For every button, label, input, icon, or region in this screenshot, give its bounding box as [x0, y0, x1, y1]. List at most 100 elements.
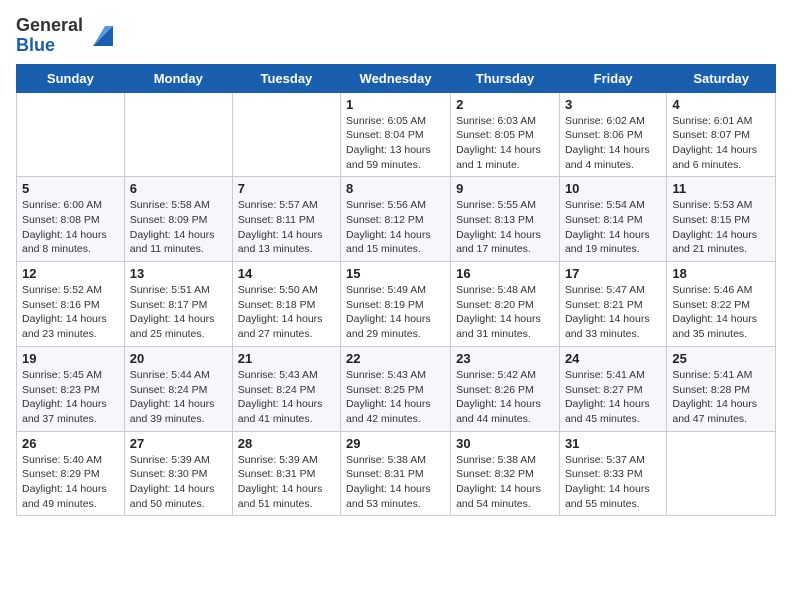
calendar-cell: 20Sunrise: 5:44 AMSunset: 8:24 PMDayligh…: [124, 346, 232, 431]
day-number: 12: [22, 266, 119, 281]
day-number: 11: [672, 181, 770, 196]
page-header: General Blue: [16, 16, 776, 56]
day-number: 28: [238, 436, 335, 451]
day-number: 21: [238, 351, 335, 366]
day-info: Sunrise: 6:05 AMSunset: 8:04 PMDaylight:…: [346, 114, 445, 173]
calendar-table: SundayMondayTuesdayWednesdayThursdayFrid…: [16, 64, 776, 517]
calendar-cell: 22 Sunrise: 5:43 AMSunset: 8:25 PMDayligh…: [341, 346, 451, 431]
calendar-header: SundayMondayTuesdayWednesdayThursdayFrid…: [17, 64, 776, 92]
day-number: 8: [346, 181, 445, 196]
weekday-row: SundayMondayTuesdayWednesdayThursdayFrid…: [17, 64, 776, 92]
day-info: Sunrise: 5:53 AMSunset: 8:15 PMDaylight:…: [672, 198, 770, 257]
calendar-cell: 17 Sunrise: 5:47 AMSunset: 8:21 PMDayligh…: [559, 262, 666, 347]
weekday-header-monday: Monday: [124, 64, 232, 92]
calendar-cell: 21 Sunrise: 5:43 AMSunset: 8:24 PMDayligh…: [232, 346, 340, 431]
day-number: 5: [22, 181, 119, 196]
day-number: 16: [456, 266, 554, 281]
day-number: 7: [238, 181, 335, 196]
calendar-cell: 16 Sunrise: 5:48 AMSunset: 8:20 PMDayligh…: [451, 262, 560, 347]
day-number: 14: [238, 266, 335, 281]
day-info: Sunrise: 5:40 AMSunset: 8:29 PMDaylight:…: [22, 453, 119, 512]
day-info: Sunrise: 5:58 AMSunset: 8:09 PMDaylight:…: [130, 198, 227, 257]
calendar-cell: 24Sunrise: 5:41 AMSunset: 8:27 PMDayligh…: [559, 346, 666, 431]
calendar-body: 1Sunrise: 6:05 AMSunset: 8:04 PMDaylight…: [17, 92, 776, 516]
day-info: Sunrise: 5:54 AMSunset: 8:14 PMDaylight:…: [565, 198, 661, 257]
day-number: 26: [22, 436, 119, 451]
calendar-cell: 26 Sunrise: 5:40 AMSunset: 8:29 PMDayligh…: [17, 431, 125, 516]
day-number: 6: [130, 181, 227, 196]
calendar-cell: [124, 92, 232, 177]
calendar-cell: 6 Sunrise: 5:58 AMSunset: 8:09 PMDaylight…: [124, 177, 232, 262]
calendar-cell: 18 Sunrise: 5:46 AMSunset: 8:22 PMDayligh…: [667, 262, 776, 347]
day-info: Sunrise: 5:52 AMSunset: 8:16 PMDaylight:…: [22, 283, 119, 342]
day-info: Sunrise: 5:38 AMSunset: 8:32 PMDaylight:…: [456, 453, 554, 512]
calendar-cell: 10Sunrise: 5:54 AMSunset: 8:14 PMDayligh…: [559, 177, 666, 262]
day-info: Sunrise: 6:02 AMSunset: 8:06 PMDaylight:…: [565, 114, 661, 173]
day-number: 29: [346, 436, 445, 451]
calendar-cell: 4 Sunrise: 6:01 AMSunset: 8:07 PMDaylight…: [667, 92, 776, 177]
day-info: Sunrise: 5:57 AMSunset: 8:11 PMDaylight:…: [238, 198, 335, 257]
day-number: 20: [130, 351, 227, 366]
day-number: 25: [672, 351, 770, 366]
day-info: Sunrise: 5:46 AMSunset: 8:22 PMDaylight:…: [672, 283, 770, 342]
calendar-cell: 8Sunrise: 5:56 AMSunset: 8:12 PMDaylight…: [341, 177, 451, 262]
day-number: 9: [456, 181, 554, 196]
week-row-2: 5 Sunrise: 6:00 AMSunset: 8:08 PMDaylight…: [17, 177, 776, 262]
calendar-cell: 5 Sunrise: 6:00 AMSunset: 8:08 PMDaylight…: [17, 177, 125, 262]
calendar-cell: 23 Sunrise: 5:42 AMSunset: 8:26 PMDayligh…: [451, 346, 560, 431]
day-number: 15: [346, 266, 445, 281]
weekday-header-saturday: Saturday: [667, 64, 776, 92]
day-number: 13: [130, 266, 227, 281]
logo: General Blue: [16, 16, 113, 56]
calendar-cell: [232, 92, 340, 177]
logo-icon: [85, 22, 113, 50]
day-number: 2: [456, 97, 554, 112]
day-number: 3: [565, 97, 661, 112]
weekday-header-tuesday: Tuesday: [232, 64, 340, 92]
week-row-1: 1Sunrise: 6:05 AMSunset: 8:04 PMDaylight…: [17, 92, 776, 177]
calendar-cell: 29 Sunrise: 5:38 AMSunset: 8:31 PMDayligh…: [341, 431, 451, 516]
calendar-cell: 30 Sunrise: 5:38 AMSunset: 8:32 PMDayligh…: [451, 431, 560, 516]
day-info: Sunrise: 5:42 AMSunset: 8:26 PMDaylight:…: [456, 368, 554, 427]
day-number: 18: [672, 266, 770, 281]
calendar-cell: [667, 431, 776, 516]
day-number: 23: [456, 351, 554, 366]
day-info: Sunrise: 5:55 AMSunset: 8:13 PMDaylight:…: [456, 198, 554, 257]
weekday-header-friday: Friday: [559, 64, 666, 92]
calendar-cell: 27 Sunrise: 5:39 AMSunset: 8:30 PMDayligh…: [124, 431, 232, 516]
day-info: Sunrise: 6:00 AMSunset: 8:08 PMDaylight:…: [22, 198, 119, 257]
calendar-cell: 28Sunrise: 5:39 AMSunset: 8:31 PMDayligh…: [232, 431, 340, 516]
day-info: Sunrise: 5:43 AMSunset: 8:24 PMDaylight:…: [238, 368, 335, 427]
day-info: Sunrise: 5:43 AMSunset: 8:25 PMDaylight:…: [346, 368, 445, 427]
weekday-header-thursday: Thursday: [451, 64, 560, 92]
calendar-cell: 1Sunrise: 6:05 AMSunset: 8:04 PMDaylight…: [341, 92, 451, 177]
day-info: Sunrise: 6:01 AMSunset: 8:07 PMDaylight:…: [672, 114, 770, 173]
logo-blue: Blue: [16, 35, 55, 55]
day-number: 17: [565, 266, 661, 281]
day-info: Sunrise: 5:50 AMSunset: 8:18 PMDaylight:…: [238, 283, 335, 342]
day-info: Sunrise: 5:37 AMSunset: 8:33 PMDaylight:…: [565, 453, 661, 512]
calendar-cell: 9 Sunrise: 5:55 AMSunset: 8:13 PMDaylight…: [451, 177, 560, 262]
day-info: Sunrise: 5:49 AMSunset: 8:19 PMDaylight:…: [346, 283, 445, 342]
calendar-cell: [17, 92, 125, 177]
calendar-cell: 25Sunrise: 5:41 AMSunset: 8:28 PMDayligh…: [667, 346, 776, 431]
week-row-4: 19Sunrise: 5:45 AMSunset: 8:23 PMDayligh…: [17, 346, 776, 431]
day-number: 4: [672, 97, 770, 112]
weekday-header-wednesday: Wednesday: [341, 64, 451, 92]
day-info: Sunrise: 5:38 AMSunset: 8:31 PMDaylight:…: [346, 453, 445, 512]
day-info: Sunrise: 5:41 AMSunset: 8:27 PMDaylight:…: [565, 368, 661, 427]
day-info: Sunrise: 5:47 AMSunset: 8:21 PMDaylight:…: [565, 283, 661, 342]
calendar-cell: 7 Sunrise: 5:57 AMSunset: 8:11 PMDaylight…: [232, 177, 340, 262]
day-info: Sunrise: 5:45 AMSunset: 8:23 PMDaylight:…: [22, 368, 119, 427]
day-number: 31: [565, 436, 661, 451]
day-number: 27: [130, 436, 227, 451]
day-number: 22: [346, 351, 445, 366]
day-info: Sunrise: 5:39 AMSunset: 8:30 PMDaylight:…: [130, 453, 227, 512]
day-info: Sunrise: 6:03 AMSunset: 8:05 PMDaylight:…: [456, 114, 554, 173]
calendar-cell: 3 Sunrise: 6:02 AMSunset: 8:06 PMDaylight…: [559, 92, 666, 177]
day-number: 30: [456, 436, 554, 451]
calendar-cell: 31 Sunrise: 5:37 AMSunset: 8:33 PMDayligh…: [559, 431, 666, 516]
calendar-cell: 14 Sunrise: 5:50 AMSunset: 8:18 PMDayligh…: [232, 262, 340, 347]
calendar-cell: 11 Sunrise: 5:53 AMSunset: 8:15 PMDayligh…: [667, 177, 776, 262]
day-info: Sunrise: 5:48 AMSunset: 8:20 PMDaylight:…: [456, 283, 554, 342]
